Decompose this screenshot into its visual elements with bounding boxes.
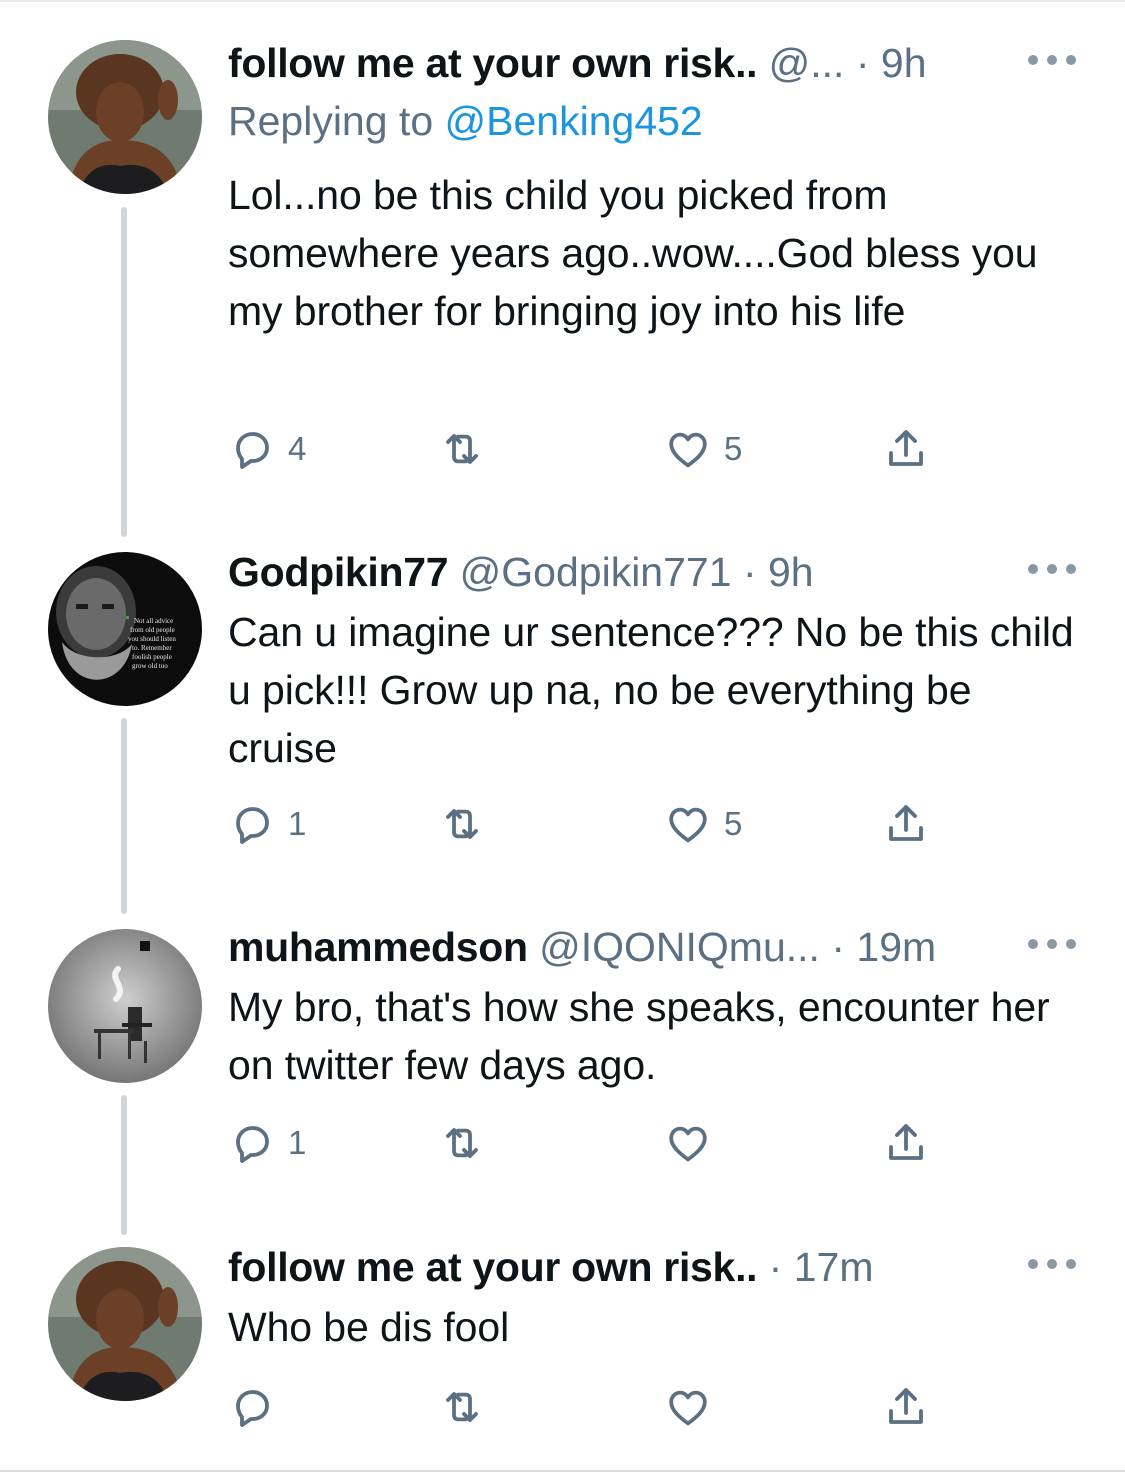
- reply-icon: [236, 1390, 269, 1427]
- like-count: 5: [724, 805, 743, 842]
- reply-icon: [236, 807, 269, 844]
- woman-curly-hair-avatar-image: [48, 1247, 202, 1401]
- share-button[interactable]: [882, 1118, 930, 1168]
- retweet-icon: [446, 809, 478, 839]
- tweet[interactable]: muhammedson @IQONIQmu... · 19m My bro, t…: [228, 922, 1078, 1172]
- share-button[interactable]: [882, 1382, 930, 1432]
- tweet-text: Who be dis fool: [228, 1304, 510, 1350]
- tweet[interactable]: follow me at your own risk.. · 17m Who b…: [228, 1242, 1078, 1442]
- reply-icon: [236, 432, 269, 469]
- avatar-quote-line: foolish people: [132, 653, 172, 661]
- thread-line: [121, 1095, 127, 1235]
- more-options-icon[interactable]: [1028, 932, 1076, 956]
- timestamp[interactable]: 19m: [856, 924, 936, 970]
- thread-line: [121, 718, 127, 914]
- separator-dot: ·: [768, 1244, 783, 1290]
- share-icon: [889, 430, 923, 466]
- avatar-follow-me-at-your-own-risk[interactable]: [48, 1247, 202, 1401]
- retweet-icon: [446, 1128, 478, 1158]
- tweet-actions: [228, 1382, 948, 1432]
- share-button[interactable]: [882, 799, 930, 849]
- tweet-header: follow me at your own risk.. · 17m: [228, 1242, 1078, 1292]
- surreal-man-at-table-avatar-image: [48, 929, 202, 1083]
- more-options-icon[interactable]: [1028, 557, 1076, 581]
- heart-icon: [669, 1390, 707, 1426]
- display-name[interactable]: follow me at your own risk..: [228, 40, 758, 86]
- retweet-icon: [446, 434, 478, 464]
- handle[interactable]: @IQONIQmu...: [539, 924, 820, 970]
- timestamp[interactable]: 9h: [768, 549, 814, 595]
- reply-button[interactable]: 4: [228, 424, 306, 474]
- tweet-header: muhammedson @IQONIQmu... · 19m: [228, 922, 1078, 972]
- top-divider: [0, 0, 1125, 2]
- tweet-actions: 4 5: [228, 424, 948, 474]
- like-button[interactable]: [664, 1382, 712, 1432]
- retweet-button[interactable]: [438, 1382, 486, 1432]
- replying-to-label: Replying to: [228, 98, 434, 144]
- tweet-text: Can u imagine ur sentence??? No be this …: [228, 609, 1074, 771]
- tweet[interactable]: Godpikin77 @Godpikin771 · 9h Can u imagi…: [228, 547, 1078, 857]
- tweet-header: Godpikin77 @Godpikin771 · 9h: [228, 547, 1078, 597]
- display-name[interactable]: Godpikin77: [228, 549, 449, 595]
- handle[interactable]: @Godpikin771: [460, 549, 732, 595]
- separator-dot: ·: [855, 40, 870, 86]
- share-icon: [889, 1124, 923, 1160]
- tweet-text: My bro, that's how she speaks, encounter…: [228, 984, 1050, 1088]
- reply-count: 1: [288, 805, 307, 842]
- avatar-follow-me-at-your-own-risk[interactable]: [48, 40, 202, 194]
- reply-button[interactable]: 1: [228, 799, 306, 849]
- retweet-button[interactable]: [438, 424, 486, 474]
- avatar-quote-line: grow old too: [132, 662, 168, 670]
- reply-count: 4: [288, 430, 307, 467]
- tweet-header: follow me at your own risk.. @... · 9h: [228, 38, 1078, 88]
- like-button[interactable]: 5: [664, 424, 742, 474]
- timestamp[interactable]: 9h: [881, 40, 927, 86]
- timestamp[interactable]: 17m: [794, 1244, 874, 1290]
- woman-curly-hair-avatar-image: [48, 40, 202, 194]
- reply-mention-link[interactable]: @Benking452: [445, 98, 703, 144]
- heart-icon: [669, 807, 707, 843]
- reply-icon: [236, 1126, 269, 1163]
- old-man-quote-avatar-image: Not all advice from old people you shoul…: [48, 552, 202, 706]
- avatar-quote-line: you should listen: [128, 635, 176, 643]
- heart-icon: [669, 1126, 707, 1162]
- tweet[interactable]: follow me at your own risk.. @... · 9h R…: [228, 38, 1078, 478]
- tweet-actions: 1 5: [228, 799, 948, 849]
- more-options-icon[interactable]: [1028, 1252, 1076, 1276]
- avatar-quote-line: Not all advice: [134, 617, 173, 625]
- reply-count: 1: [288, 1124, 307, 1161]
- like-button[interactable]: 5: [664, 799, 742, 849]
- display-name[interactable]: muhammedson: [228, 924, 528, 970]
- share-button[interactable]: [882, 424, 930, 474]
- bottom-divider: [0, 1470, 1125, 1472]
- separator-dot: ·: [742, 549, 757, 595]
- replying-to-line: Replying to @Benking452: [228, 96, 703, 146]
- display-name[interactable]: follow me at your own risk..: [228, 1244, 758, 1290]
- reply-button[interactable]: [228, 1382, 276, 1432]
- retweet-button[interactable]: [438, 799, 486, 849]
- tweet-actions: 1: [228, 1118, 948, 1168]
- avatar-muhammedson[interactable]: [48, 929, 202, 1083]
- tweet-text: Lol...no be this child you picked from s…: [228, 172, 1038, 334]
- like-count: 5: [724, 430, 743, 467]
- avatar-quote-line: from old people: [130, 626, 175, 634]
- avatar-quote-line: to. Remember: [132, 644, 172, 652]
- share-icon: [889, 1388, 923, 1424]
- avatar-godpikin77[interactable]: Not all advice from old people you shoul…: [48, 552, 202, 706]
- retweet-icon: [446, 1392, 478, 1422]
- more-options-icon[interactable]: [1028, 48, 1076, 72]
- handle[interactable]: @...: [769, 40, 845, 86]
- retweet-button[interactable]: [438, 1118, 486, 1168]
- heart-icon: [669, 432, 707, 468]
- share-icon: [889, 805, 923, 841]
- separator-dot: ·: [831, 924, 845, 970]
- reply-button[interactable]: 1: [228, 1118, 306, 1168]
- thread-line: [121, 207, 127, 537]
- like-button[interactable]: [664, 1118, 712, 1168]
